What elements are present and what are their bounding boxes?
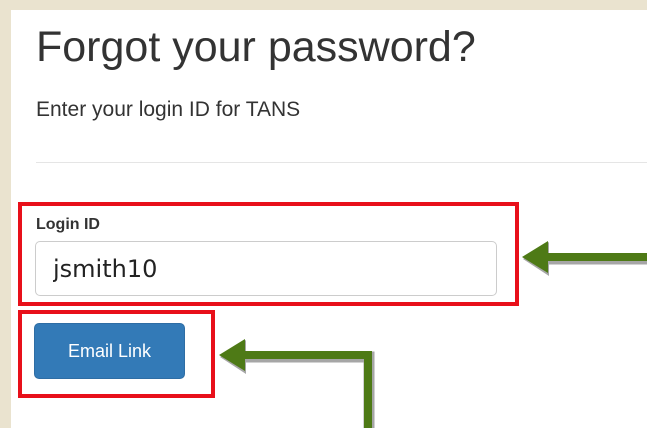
- page-title: Forgot your password?: [36, 23, 476, 71]
- login-id-label: Login ID: [36, 216, 100, 233]
- login-id-input[interactable]: [35, 241, 497, 296]
- page-subtitle: Enter your login ID for TANS: [36, 98, 301, 121]
- divider: [36, 162, 647, 163]
- email-link-button[interactable]: Email Link: [34, 323, 185, 379]
